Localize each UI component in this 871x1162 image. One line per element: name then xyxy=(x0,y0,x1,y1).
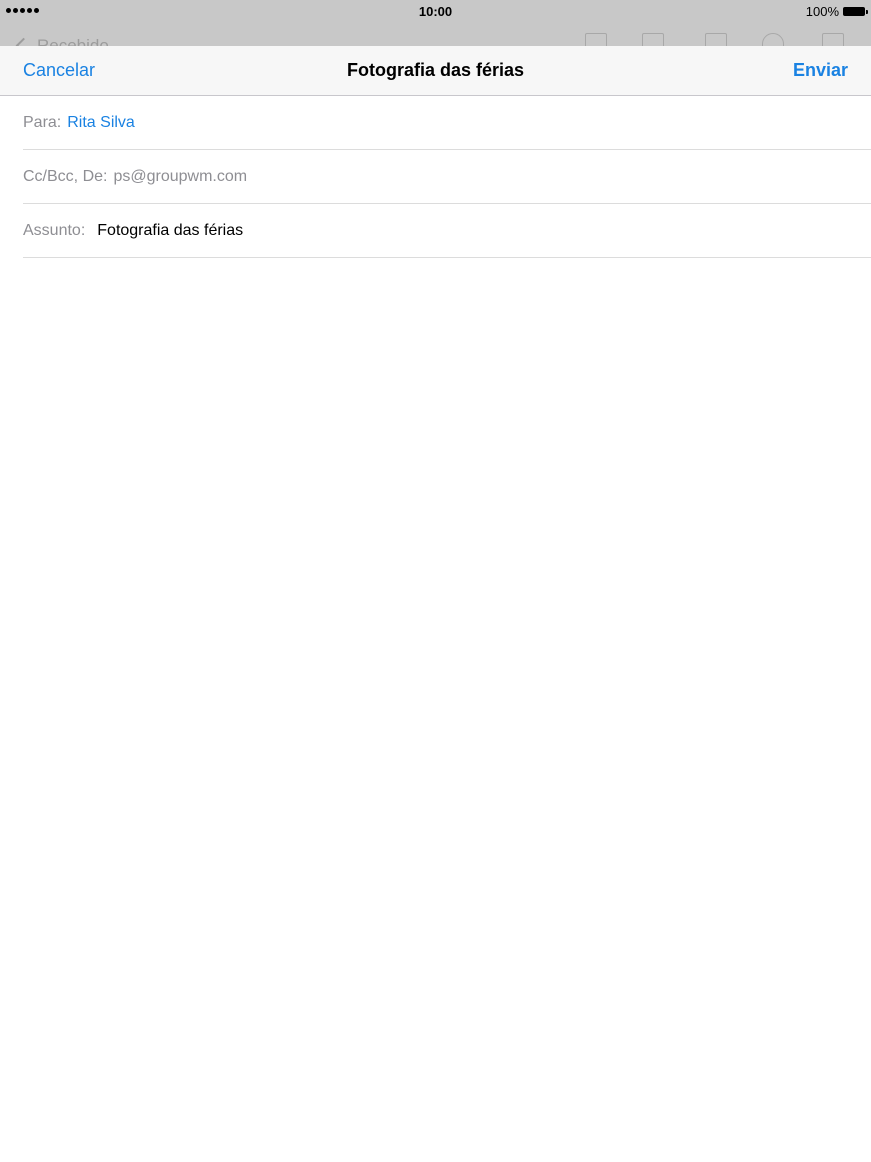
compose-title: Fotografia das férias xyxy=(346,60,525,80)
from-address: ps@groupwm.com xyxy=(113,167,248,185)
cc-bcc-from-label: Cc/Bcc, De: xyxy=(23,167,108,185)
folder-icon xyxy=(642,33,664,46)
background-toolbar xyxy=(0,33,871,46)
trash-icon xyxy=(705,33,727,46)
compose-navigation-bar: Cancelar Fotografia das férias Enviar xyxy=(0,46,871,96)
subject-value[interactable]: Fotografia das férias xyxy=(97,222,243,240)
status-time: 10:00 xyxy=(418,4,453,19)
status-bar: 10:00 100% xyxy=(0,0,871,22)
subject-field[interactable]: Assunto: Fotografia das férias xyxy=(23,204,871,258)
battery-icon xyxy=(843,7,868,16)
reply-icon xyxy=(762,33,784,46)
recipient-token[interactable]: Rita Silva xyxy=(67,114,135,132)
compose-icon xyxy=(822,33,844,46)
cc-bcc-from-field[interactable]: Cc/Bcc, De: ps@groupwm.com xyxy=(23,150,871,204)
background-app: 10:00 100% Recebido xyxy=(0,0,871,46)
to-field[interactable]: Para: Rita Silva xyxy=(23,96,871,150)
message-body[interactable] xyxy=(23,262,848,1142)
compose-fields: Para: Rita Silva Cc/Bcc, De: ps@groupwm.… xyxy=(23,96,871,258)
battery-percent: 100% xyxy=(805,4,839,19)
send-button[interactable]: Enviar xyxy=(793,60,848,81)
flag-icon xyxy=(585,33,607,46)
to-label: Para: xyxy=(23,113,62,131)
battery-status: 100% xyxy=(805,4,868,19)
subject-label: Assunto: xyxy=(23,221,86,239)
